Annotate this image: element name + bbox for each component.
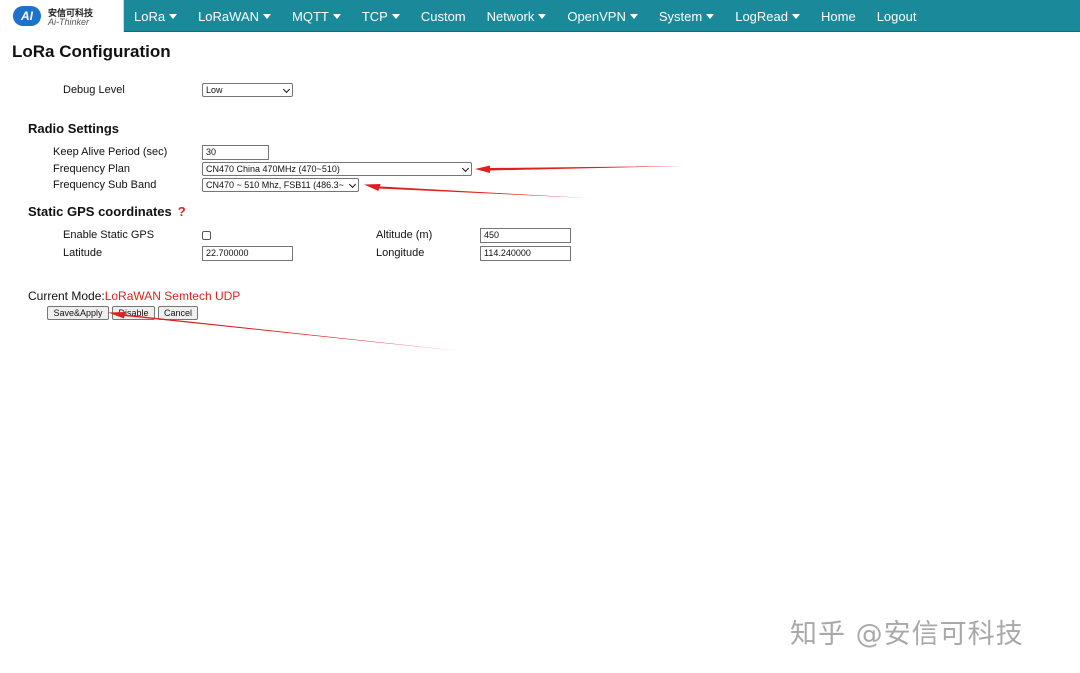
nav-item-label: System <box>658 9 703 24</box>
chevron-down-icon <box>348 180 357 189</box>
gps-heading-text: Static GPS coordinates <box>28 204 172 219</box>
nav-item-label: LoRaWAN <box>198 9 260 24</box>
annotation-arrows <box>108 165 684 351</box>
nav-item-tcp[interactable]: TCP <box>352 0 411 32</box>
frequency-sub-band-value: CN470 ~ 510 Mhz, FSB11 (486.3~ <box>206 180 344 190</box>
brand-logo[interactable]: AI 安信可科技 Ai-Thinker <box>0 0 124 32</box>
longitude-input[interactable]: 114.240000 <box>480 246 571 261</box>
chevron-down-icon <box>461 164 470 173</box>
page-title: LoRa Configuration <box>12 42 171 61</box>
current-mode: Current Mode:LoRaWAN Semtech UDP <box>28 289 240 303</box>
nav-item-mqtt[interactable]: MQTT <box>282 0 352 32</box>
nav-menu: LoRa LoRaWAN MQTT TCP Custom Network OpenVPN Sy… <box>124 0 927 32</box>
current-mode-value: LoRaWAN Semtech UDP <box>104 289 241 303</box>
nav-item-system[interactable]: System <box>649 0 725 32</box>
frequency-plan-value: CN470 China 470MHz (470~510) <box>206 164 340 174</box>
gps-heading: Static GPS coordinates? <box>28 204 186 219</box>
debug-level-label: Debug Level <box>63 84 125 96</box>
frequency-sub-band-select[interactable]: CN470 ~ 510 Mhz, FSB11 (486.3~ <box>202 178 359 192</box>
caret-down-icon <box>706 14 715 19</box>
caret-down-icon <box>169 14 178 19</box>
altitude-label: Altitude (m) <box>376 229 433 241</box>
caret-down-icon <box>538 14 547 19</box>
top-navbar: AI 安信可科技 Ai-Thinker LoRa LoRaWAN MQTT TCP Cu… <box>0 0 1080 32</box>
nav-item-logread[interactable]: LogRead <box>725 0 811 32</box>
debug-level-value: Low <box>206 85 223 95</box>
cancel-button[interactable]: Cancel <box>158 306 198 320</box>
keep-alive-label: Keep Alive Period (sec) <box>53 146 168 158</box>
caret-down-icon <box>391 14 400 19</box>
watermark: 知乎 @安信可科技 <box>790 619 1024 650</box>
nav-item-home[interactable]: Home <box>811 0 867 32</box>
caret-down-icon <box>629 14 638 19</box>
frequency-plan-select[interactable]: CN470 China 470MHz (470~510) <box>202 162 472 176</box>
nav-item-lora[interactable]: LoRa <box>124 0 188 32</box>
current-mode-label: Current Mode: <box>28 289 105 303</box>
latitude-input[interactable]: 22.700000 <box>202 246 293 261</box>
radio-settings-heading: Radio Settings <box>28 121 120 136</box>
page: AI 安信可科技 Ai-Thinker LoRa LoRaWAN MQTT TCP Cu… <box>0 0 1080 673</box>
enable-static-gps-label: Enable Static GPS <box>63 229 155 241</box>
nav-item-lorawan[interactable]: LoRaWAN <box>188 0 282 32</box>
longitude-label: Longitude <box>376 247 425 259</box>
arrow-frequency-sub-band <box>364 184 588 198</box>
altitude-input[interactable]: 450 <box>480 228 571 243</box>
nav-item-label: Custom <box>420 9 466 24</box>
frequency-plan-label: Frequency Plan <box>53 163 131 175</box>
caret-down-icon <box>792 14 800 19</box>
keep-alive-input[interactable]: 30 <box>202 145 269 160</box>
logo-badge: AI <box>13 6 41 26</box>
disable-button[interactable]: Disable <box>112 306 155 320</box>
latitude-label: Latitude <box>63 247 103 259</box>
debug-level-select[interactable]: Low <box>202 83 293 97</box>
logo-en-name: Ai-Thinker <box>48 17 90 27</box>
frequency-sub-band-label: Frequency Sub Band <box>53 179 157 191</box>
help-icon[interactable]: ? <box>178 204 186 219</box>
nav-item-label: LogRead <box>735 9 788 24</box>
arrow-frequency-plan <box>475 165 684 173</box>
nav-item-label: TCP <box>361 9 388 24</box>
nav-item-label: LoRa <box>134 9 166 24</box>
nav-item-label: MQTT <box>292 9 329 24</box>
caret-down-icon <box>332 14 341 19</box>
caret-down-icon <box>263 14 272 19</box>
enable-static-gps-checkbox[interactable] <box>202 231 211 240</box>
save-apply-button[interactable]: Save&Apply <box>47 306 109 320</box>
nav-item-label: Network <box>486 9 535 24</box>
nav-item-label: Logout <box>876 9 917 24</box>
nav-item-label: Home <box>821 9 856 24</box>
nav-item-custom[interactable]: Custom <box>411 0 477 32</box>
nav-item-network[interactable]: Network <box>477 0 558 32</box>
nav-item-label: OpenVPN <box>567 9 626 24</box>
chevron-down-icon <box>282 85 291 94</box>
nav-item-logout[interactable]: Logout <box>867 0 928 32</box>
nav-item-openvpn[interactable]: OpenVPN <box>557 0 649 32</box>
